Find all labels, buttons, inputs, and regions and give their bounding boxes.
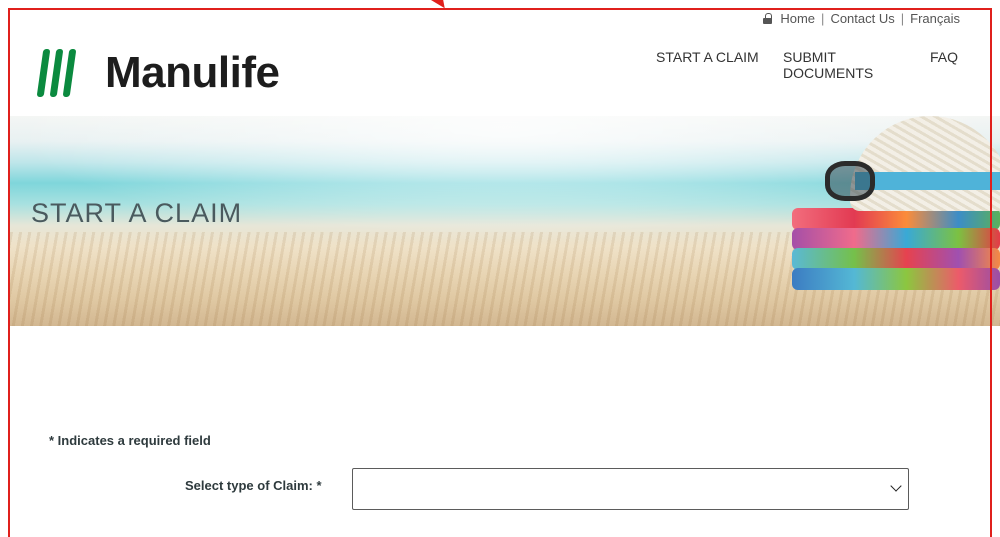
claim-type-select[interactable] (352, 468, 909, 510)
contact-us-link[interactable]: Contact Us (830, 11, 894, 26)
utility-nav: Home | Contact Us | Français (763, 11, 960, 26)
home-link[interactable]: Home (780, 11, 815, 26)
manulife-logo[interactable]: Manulife (36, 48, 280, 98)
hero-banner: START A CLAIM (10, 116, 1000, 326)
utility-separator: | (821, 11, 825, 26)
chevron-down-icon (890, 480, 902, 492)
page-title: START A CLAIM (31, 198, 243, 228)
required-field-note: * Indicates a required field (49, 433, 211, 448)
language-link[interactable]: Français (910, 11, 960, 26)
lock-icon (763, 13, 773, 24)
annotation-arrow (425, 0, 453, 14)
nav-submit-documents[interactable]: SUBMIT DOCUMENTS (783, 49, 883, 81)
logo-wordmark: Manulife (105, 48, 280, 97)
manulife-logo-icon (36, 49, 77, 97)
claim-type-label: Select type of Claim: * (185, 478, 322, 493)
utility-separator: | (900, 11, 905, 26)
nav-faq[interactable]: FAQ (930, 49, 958, 65)
nav-start-a-claim[interactable]: START A CLAIM (656, 49, 759, 65)
beach-items-image (780, 116, 1000, 326)
